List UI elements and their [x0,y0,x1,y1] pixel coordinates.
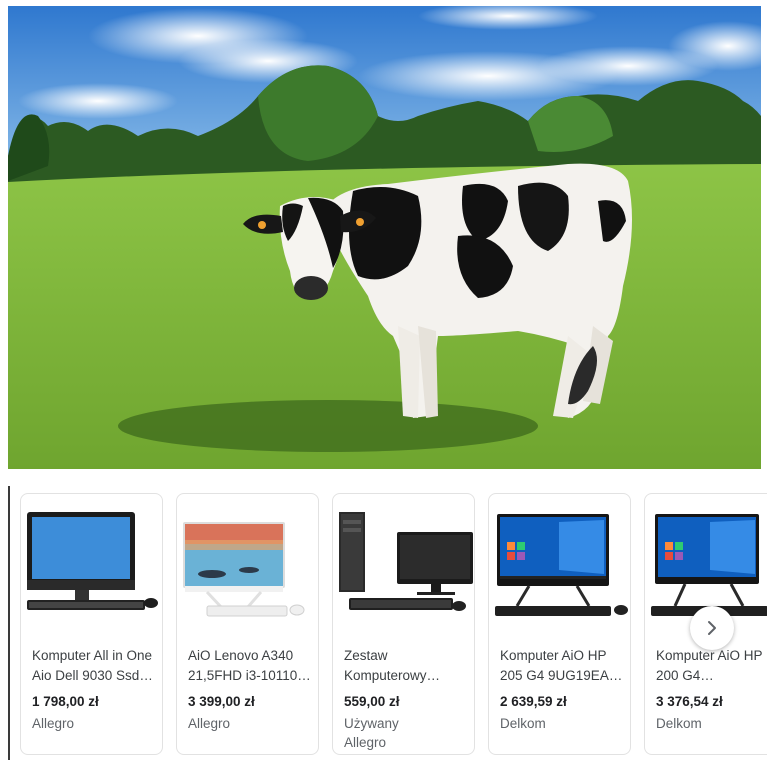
product-price: 3 399,00 zł [188,694,255,709]
product-seller: Allegro [32,716,75,731]
product-image [333,502,474,634]
product-image [489,502,630,634]
product-card[interactable]: AiO Lenovo A340 21,5FHD i3-10110… 3 399,… [176,493,319,755]
product-carousel: Komputer All in One Aio Dell 9030 Ssd… 1… [0,478,767,768]
chevron-right-icon [708,621,716,635]
carousel-next-button[interactable] [690,606,734,650]
product-price: 559,00 zł [344,694,400,709]
product-title: Komputer AiO HP 200 G4… [656,648,763,683]
product-title: Komputer All in One Aio Dell 9030 Ssd… [32,648,153,683]
product-image [177,502,318,634]
product-seller: Używany Allegro [344,716,399,750]
product-card[interactable]: Zestaw Komputerowy… 559,00 zł Używany Al… [332,493,475,755]
product-card[interactable]: Komputer All in One Aio Dell 9030 Ssd… 1… [20,493,163,755]
cow-photo[interactable] [8,6,761,469]
cow-image [8,6,761,469]
product-price: 3 376,54 zł [656,694,723,709]
product-seller: Delkom [500,716,546,731]
product-seller: Allegro [188,716,231,731]
product-seller: Delkom [656,716,702,731]
product-title: AiO Lenovo A340 21,5FHD i3-10110… [188,648,311,683]
product-price: 2 639,59 zł [500,694,567,709]
product-title: Zestaw Komputerowy… [344,648,441,683]
product-price: 1 798,00 zł [32,694,99,709]
product-image [21,502,162,634]
product-card[interactable]: Komputer AiO HP 205 G4 9UG19EA… 2 639,59… [488,493,631,755]
product-title: Komputer AiO HP 205 G4 9UG19EA… [500,648,623,683]
